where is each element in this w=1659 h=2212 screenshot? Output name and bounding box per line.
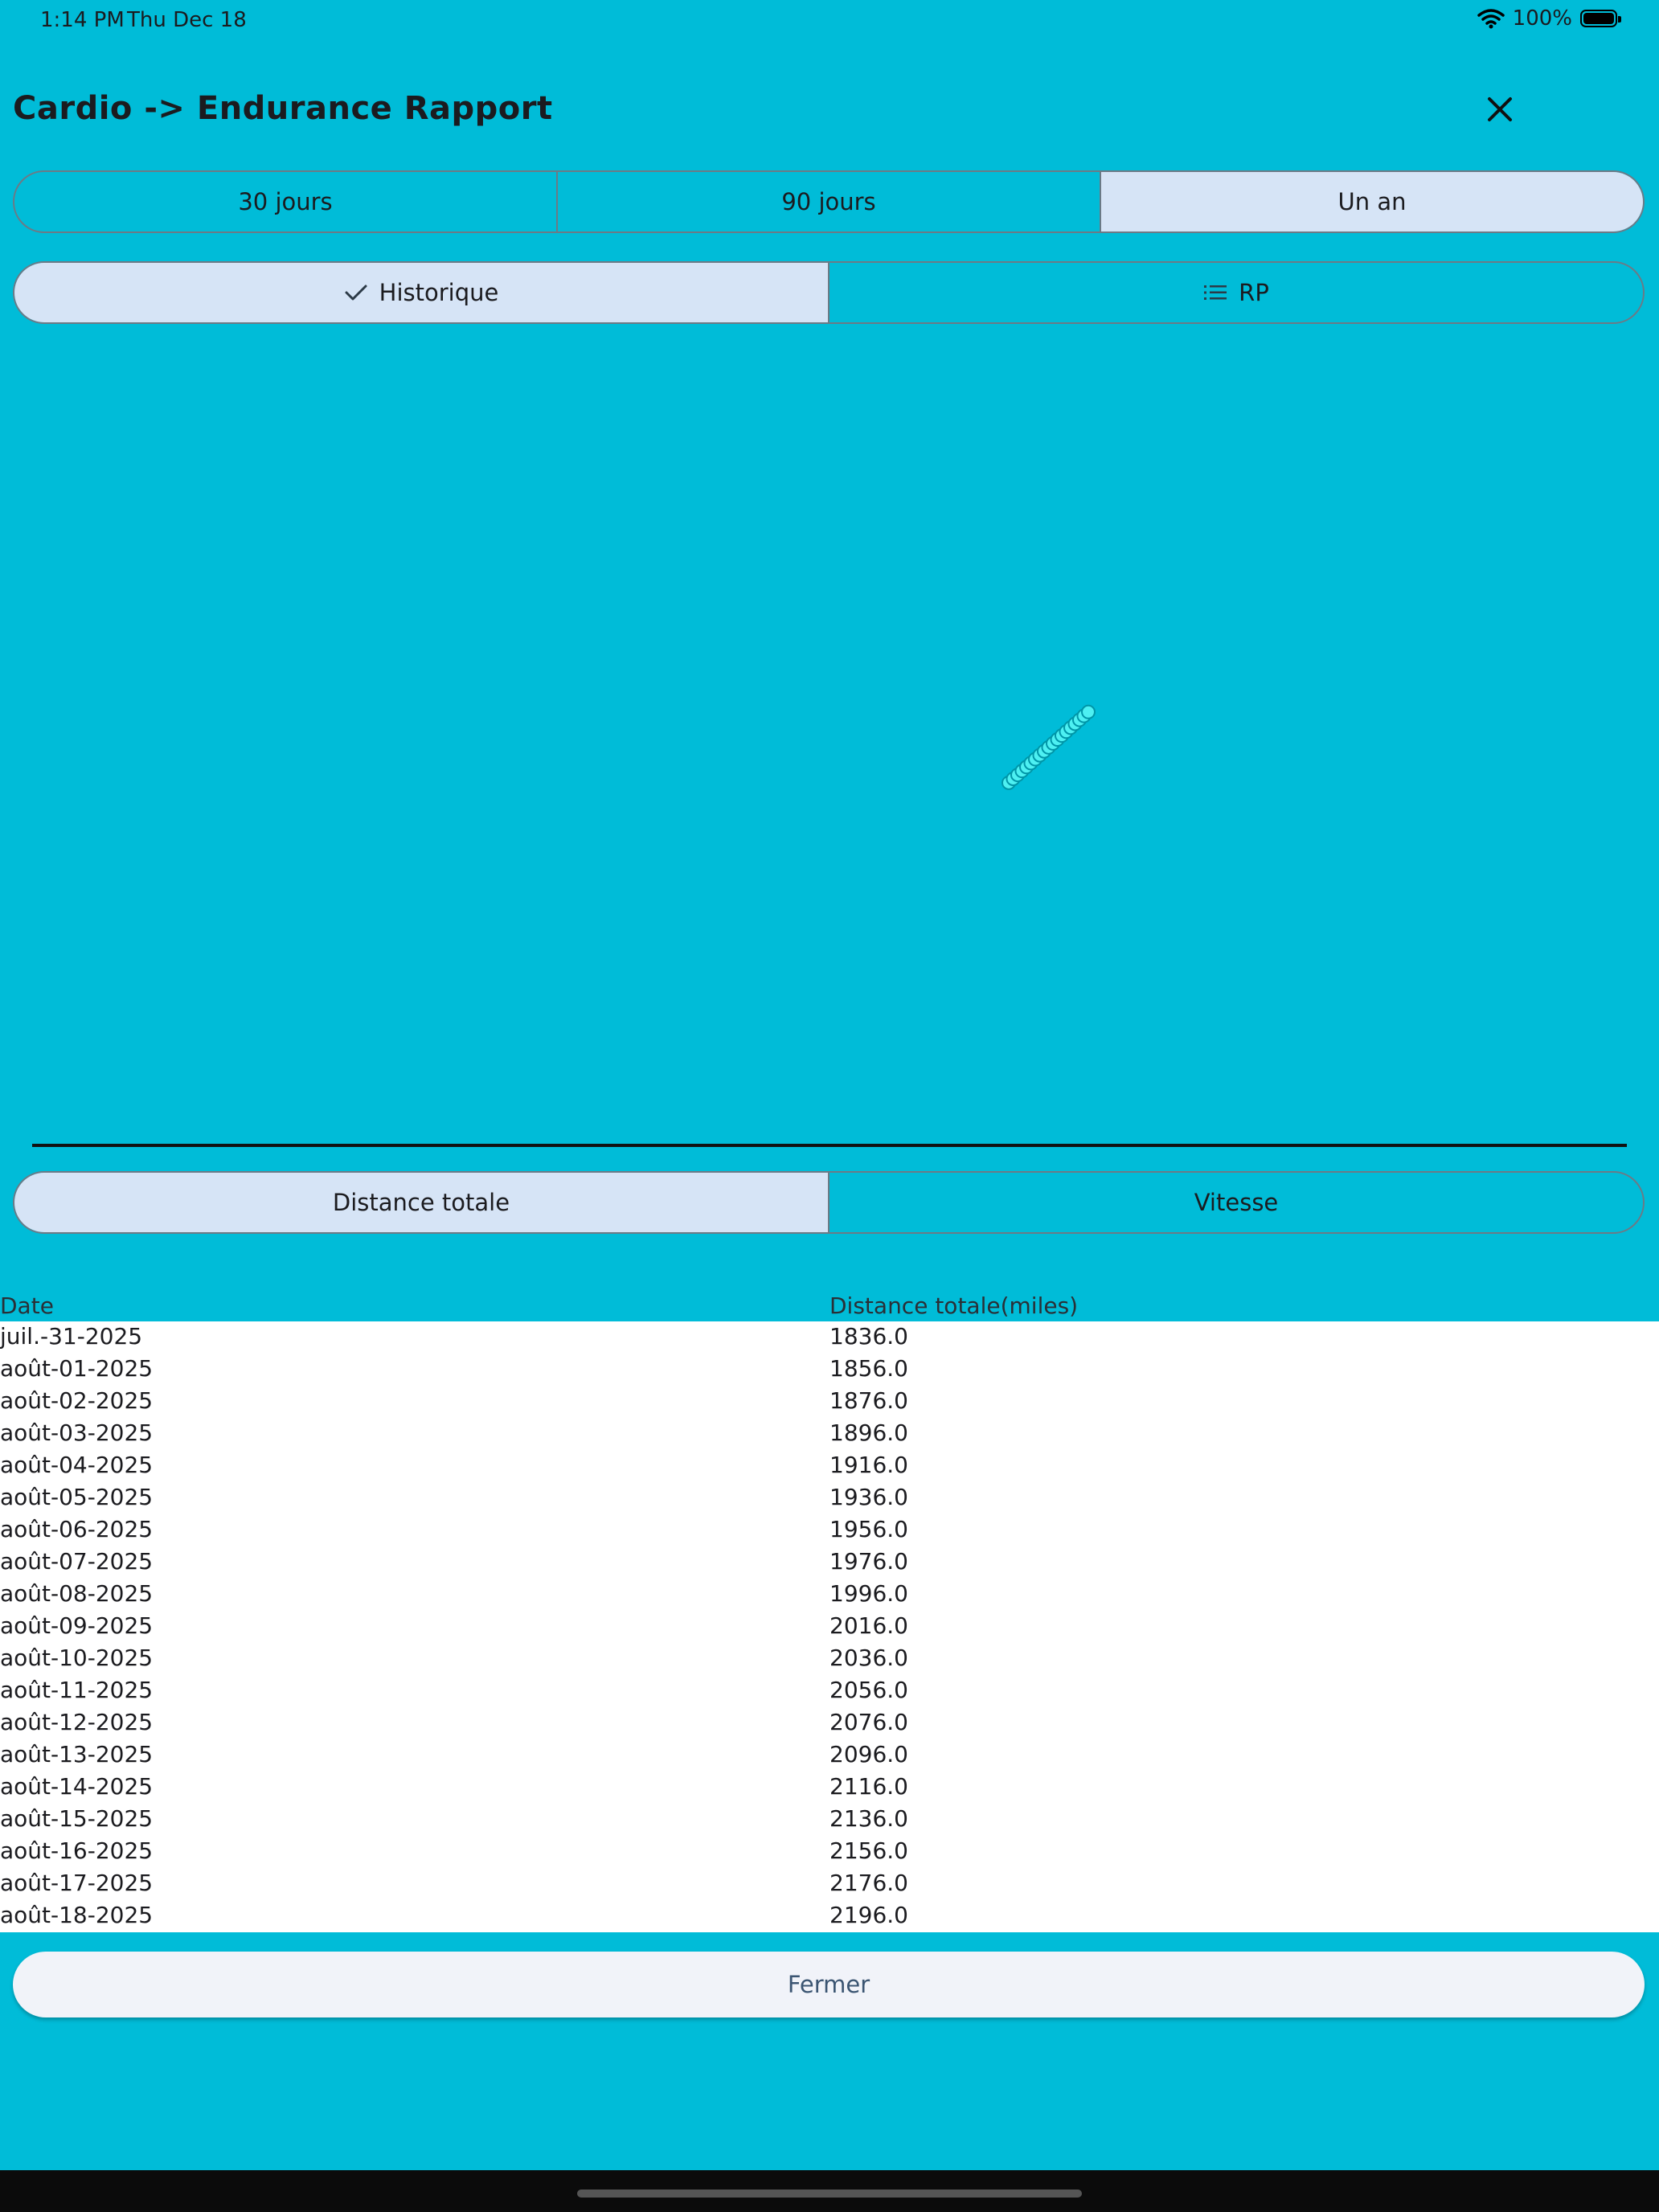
- cell-distance: 2036.0: [830, 1645, 908, 1671]
- wifi-icon: [1477, 9, 1505, 29]
- table-row: août-16-2025 2156.0: [0, 1836, 1659, 1868]
- table-row: août-09-2025 2016.0: [0, 1611, 1659, 1643]
- cell-distance: 1956.0: [830, 1516, 908, 1542]
- table-row: août-08-2025 1996.0: [0, 1579, 1659, 1611]
- data-table: juil.-31-2025 1836.0 août-01-2025 1856.0 aoû…: [0, 1321, 1659, 1932]
- home-indicator: [577, 2189, 1082, 2198]
- cell-date: août-18-2025: [0, 1902, 154, 1928]
- cell-date: août-01-2025: [0, 1355, 154, 1382]
- tab-label: 90 jours: [781, 188, 876, 215]
- status-date: Thu Dec 18: [127, 8, 247, 32]
- fermer-button[interactable]: Fermer: [13, 1952, 1645, 2017]
- tab-label: Vitesse: [1194, 1189, 1279, 1216]
- cell-distance: 1976.0: [830, 1548, 908, 1575]
- cell-date: août-05-2025: [0, 1484, 154, 1510]
- tab-label: Un an: [1337, 188, 1407, 215]
- table-row: août-05-2025 1936.0: [0, 1482, 1659, 1514]
- cell-distance: 1936.0: [830, 1484, 908, 1510]
- cell-distance: 2156.0: [830, 1837, 908, 1864]
- table-row: août-04-2025 1916.0: [0, 1450, 1659, 1482]
- cell-date: août-16-2025: [0, 1837, 154, 1864]
- list-icon: [1204, 285, 1227, 300]
- cell-distance: 1856.0: [830, 1355, 908, 1382]
- tab-label: Historique: [379, 279, 499, 306]
- cell-distance: 2116.0: [830, 1773, 908, 1800]
- cell-date: août-17-2025: [0, 1870, 154, 1896]
- cell-date: août-07-2025: [0, 1548, 154, 1575]
- table-row: août-14-2025 2116.0: [0, 1772, 1659, 1804]
- cell-date: août-09-2025: [0, 1612, 154, 1639]
- cell-distance: 1996.0: [830, 1580, 908, 1607]
- tab-label: 30 jours: [238, 188, 333, 215]
- tab-un-an[interactable]: Un an: [1100, 172, 1643, 231]
- table-row: août-02-2025 1876.0: [0, 1386, 1659, 1418]
- table-row: juil.-31-2025 1836.0: [0, 1321, 1659, 1354]
- cell-distance: 1876.0: [830, 1387, 908, 1414]
- cell-distance: 1916.0: [830, 1452, 908, 1478]
- battery-icon: [1580, 10, 1621, 27]
- cell-distance: 2076.0: [830, 1709, 908, 1735]
- close-icon: [1488, 97, 1512, 121]
- table-row: août-11-2025 2056.0: [0, 1675, 1659, 1707]
- tab-historique[interactable]: Historique: [14, 263, 828, 322]
- tab-vitesse[interactable]: Vitesse: [828, 1173, 1643, 1232]
- table-row: août-01-2025 1856.0: [0, 1354, 1659, 1386]
- chart-x-axis-line: [32, 1144, 1627, 1147]
- cell-distance: 2096.0: [830, 1741, 908, 1768]
- table-row: août-17-2025 2176.0: [0, 1868, 1659, 1900]
- table-header: Date Distance totale(miles): [0, 1291, 1659, 1323]
- history-chart: [32, 338, 1627, 1149]
- cell-date: août-02-2025: [0, 1387, 154, 1414]
- cell-date: août-04-2025: [0, 1452, 154, 1478]
- page-title: Cardio -> Endurance Rapport: [13, 90, 553, 127]
- cell-date: juil.-31-2025: [0, 1323, 143, 1350]
- column-header-distance: Distance totale(miles): [830, 1292, 1079, 1319]
- table-row: août-07-2025 1976.0: [0, 1546, 1659, 1579]
- table-row: août-03-2025 1896.0: [0, 1418, 1659, 1450]
- column-header-date: Date: [0, 1292, 54, 1319]
- table-row: août-15-2025 2136.0: [0, 1804, 1659, 1836]
- data-point[interactable]: [1081, 704, 1096, 719]
- cell-distance: 1836.0: [830, 1323, 908, 1350]
- cell-distance: 2176.0: [830, 1870, 908, 1896]
- tab-label: Distance totale: [332, 1189, 510, 1216]
- table-row: août-13-2025 2096.0: [0, 1739, 1659, 1772]
- table-row: août-10-2025 2036.0: [0, 1643, 1659, 1675]
- status-indicators: 100%: [1477, 6, 1621, 31]
- tab-rp[interactable]: RP: [828, 263, 1643, 322]
- status-bar: 1:14 PM Thu Dec 18 100%: [0, 0, 1659, 40]
- check-icon: [345, 285, 367, 301]
- close-button[interactable]: [1479, 88, 1521, 130]
- cell-date: août-08-2025: [0, 1580, 154, 1607]
- status-time: 1:14 PM: [40, 8, 125, 32]
- table-row: août-12-2025 2076.0: [0, 1707, 1659, 1739]
- metric-segmented-control: Distance totale Vitesse: [13, 1171, 1645, 1234]
- cell-date: août-06-2025: [0, 1516, 154, 1542]
- cell-date: août-15-2025: [0, 1805, 154, 1832]
- cell-date: août-03-2025: [0, 1419, 154, 1446]
- fermer-button-label: Fermer: [787, 1971, 870, 1998]
- battery-percentage: 100%: [1512, 6, 1572, 31]
- table-row: août-18-2025 2196.0: [0, 1900, 1659, 1932]
- cell-date: août-10-2025: [0, 1645, 154, 1671]
- range-segmented-control: 30 jours 90 jours Un an: [13, 170, 1645, 233]
- cell-date: août-13-2025: [0, 1741, 154, 1768]
- tab-distance-totale[interactable]: Distance totale: [14, 1173, 828, 1232]
- cell-date: août-12-2025: [0, 1709, 154, 1735]
- cell-distance: 1896.0: [830, 1419, 908, 1446]
- tab-label: RP: [1239, 279, 1269, 306]
- view-segmented-control: Historique RP: [13, 261, 1645, 324]
- cell-date: août-11-2025: [0, 1677, 154, 1703]
- cell-distance: 2016.0: [830, 1612, 908, 1639]
- cell-distance: 2056.0: [830, 1677, 908, 1703]
- cell-date: août-14-2025: [0, 1773, 154, 1800]
- cell-distance: 2196.0: [830, 1902, 908, 1928]
- history-chart-svg: [1002, 704, 1096, 790]
- cell-distance: 2136.0: [830, 1805, 908, 1832]
- tab-30-jours[interactable]: 30 jours: [14, 172, 556, 231]
- table-row: août-06-2025 1956.0: [0, 1514, 1659, 1546]
- tab-90-jours[interactable]: 90 jours: [556, 172, 1100, 231]
